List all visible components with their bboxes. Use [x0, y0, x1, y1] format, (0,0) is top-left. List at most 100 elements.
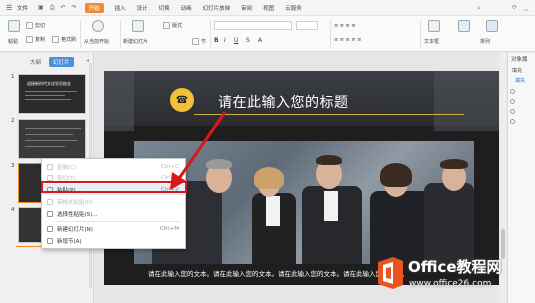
menu-bar: ☰ 文件 ▣ ⎙ ↶ ↷ 开始 插入 设计 切换 动画 幻灯片放映 审阅 视图 …: [0, 0, 535, 16]
underline-button[interactable]: U: [234, 37, 238, 44]
tab-insert[interactable]: 插入: [115, 4, 126, 12]
cut-button[interactable]: 剪切: [26, 22, 45, 29]
slide-number: 2: [11, 118, 15, 124]
person-hair: [206, 159, 232, 169]
menu-item-paste-special[interactable]: 选择性粘贴(S)...: [42, 208, 185, 219]
slide-body-text[interactable]: 请在此输入您的文本。请在此输入您的文本。请在此输入您的文本。请在此输入您的文本。: [148, 268, 408, 278]
fill-option-radio[interactable]: [510, 99, 515, 104]
section-button[interactable]: 节: [192, 38, 206, 45]
window-controls: ⟳ ︿: [512, 4, 529, 13]
title-underline: [194, 114, 464, 115]
slide-thumbnail-title: 迎接新时代文化学员结业: [27, 81, 71, 86]
building-shape: [434, 71, 499, 131]
paste-icon[interactable]: [8, 20, 20, 32]
fill-option-radio[interactable]: [510, 89, 515, 94]
menu-item-paste-with-format[interactable]: 带格式粘贴(H): [42, 196, 185, 207]
tab-outline[interactable]: 大纲: [26, 57, 45, 67]
new-slide-button[interactable]: 新建幻灯片: [123, 38, 148, 45]
fill-section-label[interactable]: 填充: [515, 77, 525, 84]
copy-icon: [26, 36, 33, 43]
chevron-up-icon[interactable]: ︿: [523, 4, 529, 13]
font-name-select[interactable]: [214, 21, 292, 30]
fill-option-radio[interactable]: [510, 119, 515, 124]
paste-button[interactable]: 粘贴: [8, 38, 18, 45]
person-hair: [440, 159, 468, 169]
paragraph-tools[interactable]: ≡ ≡ ≡ ≡: [334, 23, 356, 29]
paste-format-icon: [47, 198, 53, 205]
slide-title[interactable]: 请在此输入您的标题: [218, 92, 349, 112]
font-color-button[interactable]: A: [258, 37, 262, 44]
tab-home[interactable]: 开始: [84, 2, 104, 13]
copy-button[interactable]: 复制: [26, 36, 45, 43]
slide-number: 1: [11, 74, 15, 80]
tab-transitions[interactable]: 切换: [159, 4, 170, 12]
menu-item-new-section[interactable]: 新增节(A): [42, 235, 185, 246]
person-hair: [380, 163, 412, 187]
tab-view[interactable]: 视图: [263, 4, 274, 12]
tab-review[interactable]: 审阅: [241, 4, 252, 12]
thumb-line: [25, 95, 65, 96]
thumb-line: [25, 128, 81, 129]
context-menu: 复制(C) Ctrl+C 剪切(T) Ctrl+X 粘贴(P) Ctrl+V 带…: [41, 158, 186, 249]
copy-icon: [47, 163, 53, 170]
hamburger-icon[interactable]: ☰: [6, 4, 14, 12]
scissors-icon: [26, 22, 33, 29]
tab-slides[interactable]: 幻灯片: [49, 57, 74, 67]
phone-icon: ☎: [170, 88, 194, 112]
paste-special-icon: [47, 210, 53, 217]
search-icon[interactable]: ⌕: [477, 4, 481, 13]
building-shape: [104, 71, 134, 131]
redo-icon[interactable]: ↷: [72, 4, 77, 12]
format-painter-button[interactable]: 格式刷: [52, 36, 76, 43]
bold-button[interactable]: B: [214, 37, 219, 44]
menu-item-copy[interactable]: 复制(C) Ctrl+C: [42, 161, 185, 172]
menu-item-new-slide[interactable]: 新建幻灯片(N) Ctrl+M: [42, 223, 185, 234]
menu-divider: [56, 221, 181, 222]
thumb-line: [25, 140, 77, 141]
shapes-icon[interactable]: [458, 20, 470, 32]
watermark-brand: Office教程网: [408, 258, 502, 276]
new-slide-icon[interactable]: [132, 20, 144, 32]
slide-number: 4: [11, 207, 15, 213]
save-icon[interactable]: ▣: [38, 4, 44, 12]
quick-access-toolbar: ▣ ⎙ ↶ ↷: [38, 4, 77, 12]
arrange-button[interactable]: 排列: [480, 38, 490, 45]
ribbon-tabs: 开始 插入 设计 切换 动画 幻灯片放映 审阅 视图 云服务: [84, 2, 302, 13]
print-icon[interactable]: ⎙: [50, 4, 55, 12]
sync-icon[interactable]: ⟳: [512, 4, 517, 13]
undo-icon[interactable]: ↶: [61, 4, 66, 12]
thumb-line: [25, 99, 71, 100]
slide-thumbnail[interactable]: 迎接新时代文化学员结业: [18, 74, 86, 114]
textbox-button[interactable]: 文本框: [424, 38, 439, 45]
strike-button[interactable]: S: [246, 37, 250, 44]
align-tools[interactable]: ≡ ≡ ≡ ≡ ≡: [334, 37, 361, 43]
fill-option-radio[interactable]: [510, 109, 515, 114]
brush-icon: [52, 36, 59, 43]
thumb-line: [25, 146, 65, 147]
person-shirt: [266, 196, 280, 226]
section-icon: [192, 38, 199, 45]
thumb-line: [25, 134, 73, 135]
scissors-icon: [47, 174, 53, 181]
textbox-icon[interactable]: [428, 20, 440, 32]
person-hair: [316, 155, 342, 165]
tab-slideshow[interactable]: 幻灯片放映: [203, 4, 231, 12]
from-current-button[interactable]: 从当前开始: [84, 38, 109, 45]
tab-fill[interactable]: 填充: [512, 67, 522, 74]
play-icon[interactable]: [92, 20, 104, 32]
office-logo-icon: [378, 257, 403, 289]
panel-tabs: 大纲 幻灯片: [26, 57, 74, 67]
tab-animations[interactable]: 动画: [181, 4, 192, 12]
slide-thumbnail[interactable]: [18, 119, 86, 159]
file-menu[interactable]: 文件: [17, 4, 28, 12]
new-section-icon: [47, 237, 53, 244]
italic-button[interactable]: I: [224, 37, 226, 44]
picture-icon[interactable]: [486, 20, 498, 32]
watermark: Office教程网 www.office26.com: [375, 253, 533, 301]
font-size-select[interactable]: [296, 21, 318, 30]
tab-cloud[interactable]: 云服务: [285, 4, 302, 12]
layout-button[interactable]: 版式: [163, 22, 182, 29]
tab-design[interactable]: 设计: [137, 4, 148, 12]
new-slide-icon: [47, 225, 53, 232]
slide-number: 3: [11, 163, 15, 169]
